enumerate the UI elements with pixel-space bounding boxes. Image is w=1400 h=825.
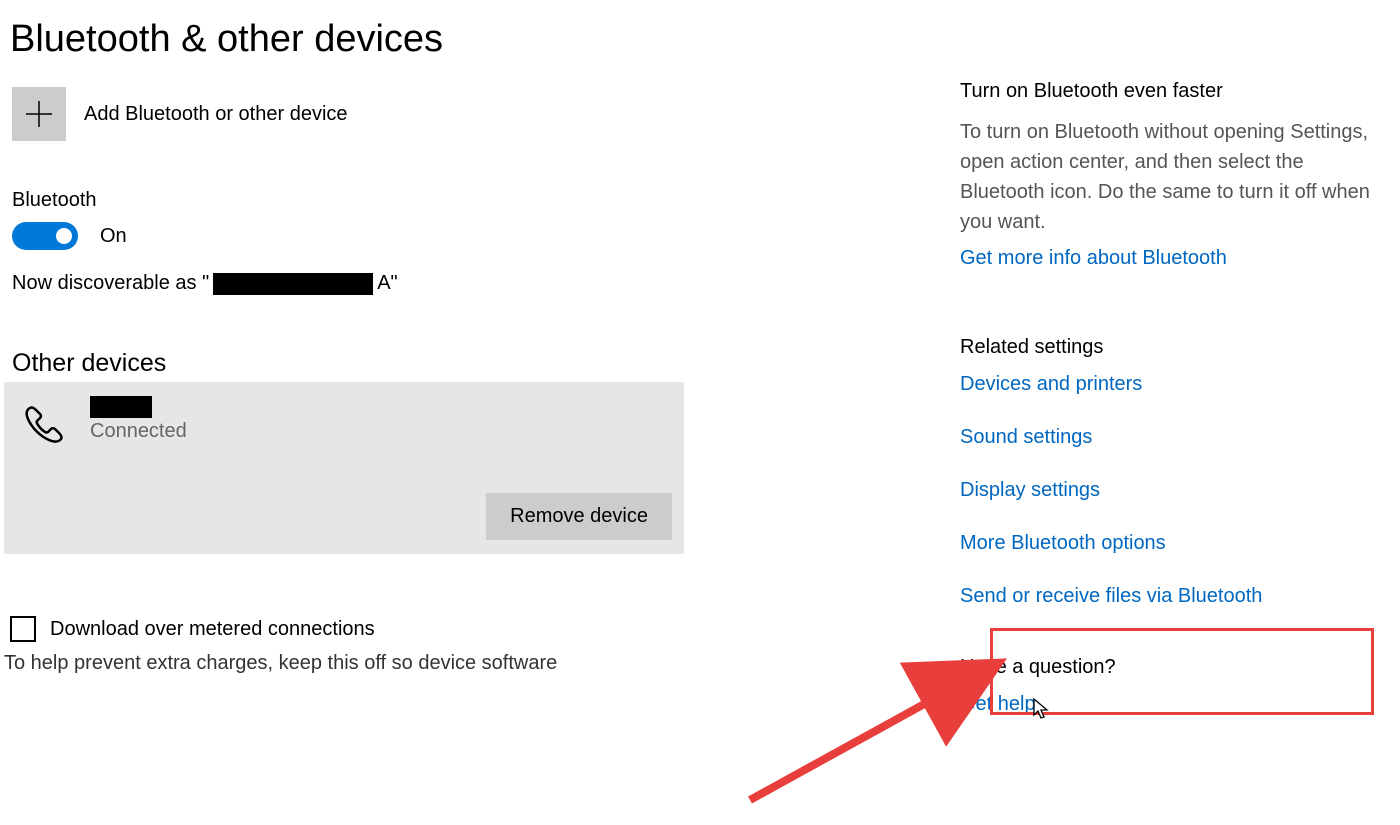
discoverable-trail: A [377, 272, 390, 295]
add-device-button[interactable]: Add Bluetooth or other device [12, 87, 960, 141]
display-settings-link[interactable]: Display settings [960, 479, 1392, 502]
device-status: Connected [90, 420, 187, 443]
plus-icon [12, 87, 66, 141]
have-question-heading: Have a question? [960, 656, 1392, 679]
toggle-knob [56, 228, 72, 244]
devices-printers-link[interactable]: Devices and printers [960, 373, 1392, 396]
discoverable-text: Now discoverable as " A " [12, 272, 960, 295]
metered-help-text: To help prevent extra charges, keep this… [4, 652, 960, 675]
sound-settings-link[interactable]: Sound settings [960, 426, 1392, 449]
metered-checkbox[interactable] [10, 616, 36, 642]
discoverable-suffix: " [391, 272, 398, 295]
bluetooth-heading: Bluetooth [12, 189, 960, 212]
redacted-device-name [213, 273, 373, 295]
device-card[interactable]: Connected Remove device [4, 382, 684, 554]
remove-device-button[interactable]: Remove device [486, 493, 672, 540]
phone-icon [18, 402, 64, 453]
side-body-1: To turn on Bluetooth without opening Set… [960, 117, 1392, 237]
related-settings-heading: Related settings [960, 336, 1392, 359]
send-receive-files-link[interactable]: Send or receive files via Bluetooth [960, 585, 1392, 608]
bluetooth-state-label: On [100, 225, 127, 248]
more-bluetooth-options-link[interactable]: More Bluetooth options [960, 532, 1392, 555]
discoverable-prefix: Now discoverable as " [12, 272, 209, 295]
other-devices-heading: Other devices [12, 349, 960, 378]
redacted-paired-device-name [90, 396, 152, 418]
add-device-label: Add Bluetooth or other device [84, 103, 348, 126]
bluetooth-toggle[interactable] [12, 222, 78, 250]
metered-label: Download over metered connections [50, 618, 375, 641]
get-help-link[interactable]: Get help [960, 693, 1392, 716]
bluetooth-info-link[interactable]: Get more info about Bluetooth [960, 247, 1392, 270]
side-heading-1: Turn on Bluetooth even faster [960, 80, 1392, 103]
page-title: Bluetooth & other devices [10, 18, 960, 61]
